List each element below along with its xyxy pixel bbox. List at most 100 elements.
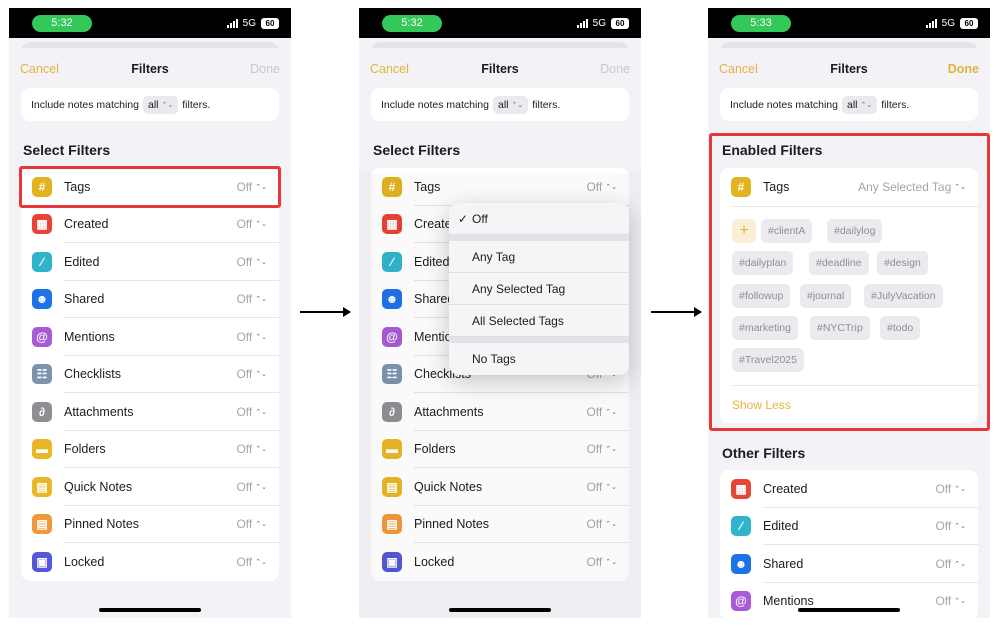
filter-value[interactable]: Off⌃⌄ — [935, 557, 966, 571]
chevron-updown-icon: ⌃⌄ — [954, 560, 966, 568]
tutorial-canvas: 5:32 5G 60 Cancel Filters Done Include notes m… — [0, 0, 1000, 628]
filter-row-shared[interactable]: ☻ Shared Off⌃⌄ — [21, 281, 279, 318]
chevron-updown-icon: ⌃⌄ — [954, 523, 966, 531]
menu-item-label: No Tags — [472, 352, 516, 366]
page-title: Filters — [131, 62, 169, 76]
calendar-icon: ▦ — [731, 478, 751, 499]
filter-value-text: Off — [236, 329, 253, 344]
checkmark-icon: ✓ — [458, 211, 469, 226]
pencil-icon: ⁄ — [32, 251, 52, 272]
match-mode-row: Include notes matching all ⌃⌄ filters. — [21, 88, 279, 121]
done-button[interactable]: Done — [948, 62, 979, 76]
quick-note-icon: ▤ — [32, 476, 52, 497]
filter-value-text: Off — [935, 556, 952, 571]
filter-value[interactable]: Off⌃⌄ — [236, 330, 267, 344]
filter-value-text: Off — [236, 554, 253, 569]
chevron-updown-icon: ⌃⌄ — [255, 446, 267, 454]
signal-icon — [576, 18, 588, 28]
menu-item-label: Off — [472, 211, 488, 226]
nav-bar: Cancel Filters Done — [9, 60, 291, 80]
chevron-updown-icon: ⌃⌄ — [255, 371, 267, 379]
filter-row-shared[interactable]: ☻ Shared Off⌃⌄ — [720, 545, 978, 583]
filter-row-created[interactable]: ▦ Created Off⌃⌄ — [21, 206, 279, 243]
filter-row-locked[interactable]: ▣ Locked Off ⌃⌄ — [21, 543, 279, 581]
filter-value[interactable]: Off⌃⌄ — [236, 292, 267, 306]
pencil-icon: ⁄ — [731, 516, 751, 537]
filter-row-created[interactable]: ▦ Created Off⌃⌄ — [720, 470, 978, 508]
filter-label: Created — [763, 481, 808, 496]
filter-row-mentions[interactable]: @ Mentions Off⌃⌄ — [720, 583, 978, 619]
match-mode-value: all — [846, 98, 858, 111]
filter-value-text: Off — [935, 519, 952, 534]
filter-row-pinned-notes[interactable]: ▤ Pinned Notes Off ⌃⌄ — [21, 506, 279, 543]
filter-row-checklists[interactable]: ☷ Checklists Off⌃⌄ — [21, 356, 279, 393]
page-title: Filters — [481, 62, 519, 76]
menu-item-any-selected-tag[interactable]: Any Selected Tag — [449, 273, 629, 305]
step-arrow-icon — [651, 307, 702, 317]
other-filters-list: ▦ Created Off ⌃⌄ ⁄ Edited Off ⌃⌄ ☻ Shared Off ⌃⌄ @ Me… — [720, 470, 978, 618]
filter-label: Mentions — [64, 329, 115, 344]
tag-mode-menu: ✓ Off Any Tag Any Selected Tag All Selected … — [449, 203, 629, 375]
filter-value-text: Off — [236, 367, 253, 382]
done-button[interactable]: Done — [600, 62, 630, 76]
filter-value[interactable]: Off⌃⌄ — [935, 519, 966, 533]
menu-item-no-tags[interactable]: No Tags — [449, 343, 629, 375]
status-icons: 5G 60 — [576, 16, 629, 30]
filter-value[interactable]: Off⌃⌄ — [236, 442, 267, 456]
filter-label: Attachments — [64, 404, 134, 419]
menu-item-label: All Selected Tags — [472, 313, 564, 328]
filter-label: Mentions — [763, 594, 814, 609]
match-prefix: Include notes matching — [730, 98, 838, 111]
filter-value-text: Off — [236, 254, 253, 269]
filter-label: Shared — [763, 556, 804, 571]
filter-value[interactable]: Off⌃⌄ — [236, 405, 267, 419]
network-label: 5G — [242, 17, 256, 29]
filter-value[interactable]: Off⌃⌄ — [935, 594, 966, 608]
pinned-note-icon: ▤ — [32, 514, 52, 535]
menu-item-any-tag[interactable]: Any Tag — [449, 241, 629, 273]
filter-row-folders[interactable]: ▬ Folders Off ⌃⌄ — [21, 431, 279, 468]
filter-value-text: Off — [236, 217, 253, 232]
status-icons: 5G 60 — [226, 16, 279, 30]
phone-screen-1: 5:32 5G 60 Cancel Filters Done Include notes m… — [9, 8, 291, 618]
filter-value[interactable]: Off⌃⌄ — [236, 367, 267, 381]
filter-label: Edited — [763, 519, 799, 534]
filter-value-text: Off — [236, 404, 253, 419]
filter-value[interactable]: Off⌃⌄ — [236, 480, 267, 494]
status-time: 5:32 — [32, 15, 92, 32]
match-mode-select[interactable]: all ⌃⌄ — [142, 95, 179, 114]
filter-row-quick-notes[interactable]: ▤ Quick Notes Off ⌃⌄ — [21, 468, 279, 506]
match-suffix: filters. — [532, 98, 561, 111]
home-indicator — [798, 608, 900, 612]
status-bar: 5:33 5G 60 — [708, 8, 990, 38]
paperclip-icon: ∂ — [32, 401, 52, 422]
nav-bar: Cancel Filters Done — [708, 60, 990, 80]
match-mode-value: all — [147, 98, 159, 111]
phone-screen-2: 5:32 5G 60 Cancel Filters Done Include notes m… — [359, 8, 641, 618]
calendar-icon: ▦ — [32, 214, 52, 235]
match-mode-select[interactable]: all ⌃⌄ — [492, 95, 529, 114]
filter-row-mentions[interactable]: @ Mentions Off⌃⌄ — [21, 318, 279, 356]
chevron-updown-icon: ⌃⌄ — [954, 598, 966, 606]
match-mode-select[interactable]: all ⌃⌄ — [841, 95, 878, 114]
filter-value-text: Off — [935, 481, 952, 496]
filter-row-edited[interactable]: ⁄ Edited Off⌃⌄ — [720, 508, 978, 545]
done-button[interactable]: Done — [250, 62, 280, 76]
filter-row-edited[interactable]: ⁄ Edited Off⌃⌄ — [21, 243, 279, 281]
battery-icon: 60 — [960, 17, 978, 29]
menu-item-off[interactable]: ✓ Off — [449, 203, 629, 235]
filter-value[interactable]: Off⌃⌄ — [236, 555, 267, 569]
chevron-updown-icon: ⌃⌄ — [954, 485, 966, 493]
filter-value[interactable]: Off⌃⌄ — [236, 217, 267, 231]
match-mode-row: Include notes matching all ⌃⌄ filters. — [720, 88, 978, 121]
match-mode-value: all — [497, 98, 509, 111]
filter-value[interactable]: Off⌃⌄ — [935, 482, 966, 496]
highlight-box — [709, 133, 990, 431]
highlight-box — [19, 166, 281, 208]
filter-row-attachments[interactable]: ∂ Attachments Off ⌃⌄ — [21, 393, 279, 431]
menu-item-all-selected-tags[interactable]: All Selected Tags — [449, 305, 629, 337]
battery-icon: 60 — [611, 17, 629, 29]
chevron-updown-icon: ⌃⌄ — [511, 101, 524, 109]
filter-value[interactable]: Off⌃⌄ — [236, 255, 267, 269]
filter-value[interactable]: Off⌃⌄ — [236, 517, 267, 531]
